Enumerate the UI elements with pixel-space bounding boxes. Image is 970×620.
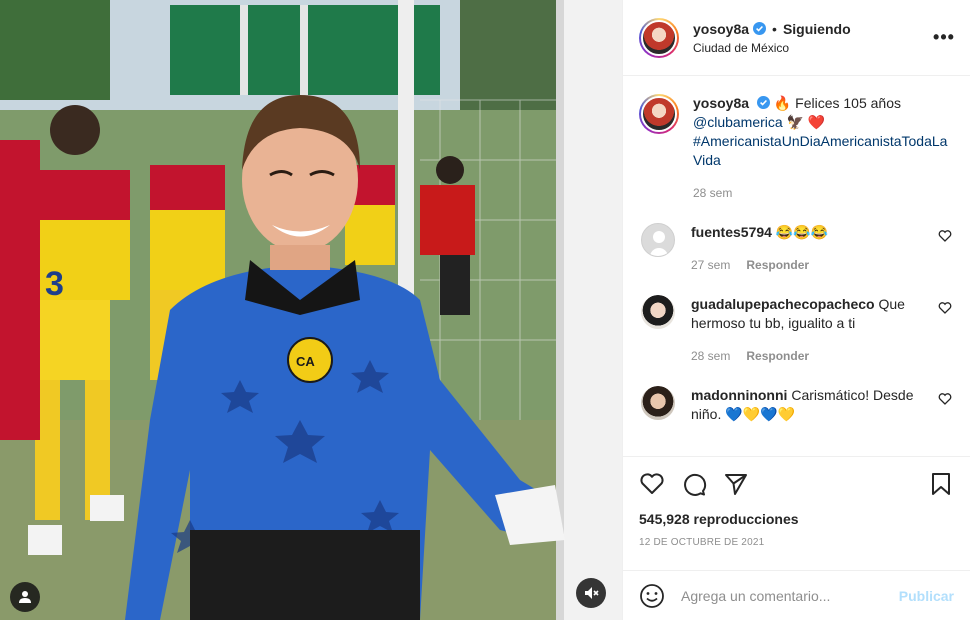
video-frame: 3 CA bbox=[0, 0, 622, 620]
reply-button[interactable]: Responder bbox=[746, 256, 809, 275]
comment-username[interactable]: fuentes5794 bbox=[691, 224, 772, 240]
svg-text:CA: CA bbox=[296, 354, 315, 369]
verified-badge-icon bbox=[756, 96, 770, 109]
comment-icon[interactable] bbox=[681, 471, 707, 497]
add-comment-bar: Publicar bbox=[623, 570, 970, 620]
comment-input[interactable] bbox=[681, 587, 899, 604]
caption-time: 28 sem bbox=[693, 186, 733, 200]
comments-list: yosoy8a 🔥 Felices 105 años @clubamerica … bbox=[623, 76, 970, 456]
comment-like-heart-icon[interactable] bbox=[938, 392, 952, 406]
send-icon[interactable] bbox=[723, 471, 749, 497]
reply-button[interactable]: Responder bbox=[746, 347, 809, 366]
comment-like-heart-icon[interactable] bbox=[938, 229, 952, 243]
comment-item: madonninonni Carismático! Desde niño. 💙💛… bbox=[639, 386, 954, 424]
smiley-icon[interactable] bbox=[639, 583, 665, 609]
comment-time: 28 sem bbox=[691, 349, 731, 363]
mention-link[interactable]: @clubamerica bbox=[693, 114, 783, 130]
caption-avatar[interactable] bbox=[639, 94, 679, 134]
post-media[interactable]: 3 CA bbox=[0, 0, 622, 620]
caption-body: yosoy8a 🔥 Felices 105 años @clubamerica … bbox=[693, 94, 954, 203]
more-options-icon[interactable]: ••• bbox=[932, 27, 956, 48]
commenter-avatar[interactable] bbox=[641, 295, 675, 329]
comment-time: 27 sem bbox=[691, 258, 731, 272]
caption-text: 🔥 Felices 105 años bbox=[773, 95, 901, 111]
hashtag-link[interactable]: #AmericanistaUnDiaAmericanistaTodaLaVida bbox=[693, 133, 947, 168]
post-caption: yosoy8a 🔥 Felices 105 años @clubamerica … bbox=[639, 94, 954, 203]
view-count[interactable]: 545,928 reproducciones bbox=[639, 511, 954, 527]
publish-button[interactable]: Publicar bbox=[899, 588, 954, 604]
comment-item: guadalupepachecopacheco Que hermoso tu b… bbox=[639, 295, 954, 366]
author-username[interactable]: yosoy8a bbox=[693, 21, 749, 37]
bookmark-icon[interactable] bbox=[928, 471, 954, 497]
commenter-avatar[interactable] bbox=[641, 223, 675, 257]
commenter-avatar[interactable] bbox=[641, 386, 675, 420]
comment-item: fuentes5794 😂😂😂 27 sem Responder bbox=[639, 223, 954, 275]
post-location[interactable]: Ciudad de México bbox=[693, 41, 932, 55]
action-icons bbox=[639, 469, 954, 499]
following-button[interactable]: Siguiendo bbox=[783, 21, 851, 37]
separator-dot: • bbox=[772, 20, 777, 37]
user-tag-icon bbox=[19, 591, 31, 603]
caption-username[interactable]: yosoy8a bbox=[693, 95, 749, 111]
comment-username[interactable]: madonninonni bbox=[691, 387, 787, 403]
svg-text:3: 3 bbox=[45, 265, 64, 303]
verified-badge-icon bbox=[753, 22, 767, 35]
author-avatar[interactable] bbox=[639, 17, 679, 58]
post-date: 12 DE OCTUBRE DE 2021 bbox=[639, 537, 765, 548]
mute-button[interactable] bbox=[576, 578, 606, 608]
comment-username[interactable]: guadalupepachecopacheco bbox=[691, 296, 875, 312]
muted-speaker-icon bbox=[585, 587, 599, 599]
author-info: yosoy8a • Siguiendo Ciudad de México bbox=[693, 21, 932, 55]
comment-like-heart-icon[interactable] bbox=[938, 301, 952, 315]
caption-emojis: 🦅 ❤️ bbox=[786, 114, 826, 130]
heart-icon[interactable] bbox=[639, 471, 665, 497]
tag-button[interactable] bbox=[10, 582, 40, 612]
post-header: yosoy8a • Siguiendo Ciudad de México ••• bbox=[623, 0, 970, 76]
post-side-panel: yosoy8a • Siguiendo Ciudad de México •••… bbox=[622, 0, 970, 620]
instagram-post: 3 CA yosoy8a • Siguiendo Ciudad de Méxic… bbox=[0, 0, 970, 620]
post-actions: 545,928 reproducciones 12 DE OCTUBRE DE … bbox=[623, 456, 970, 570]
comment-text: 😂😂😂 bbox=[775, 224, 829, 240]
